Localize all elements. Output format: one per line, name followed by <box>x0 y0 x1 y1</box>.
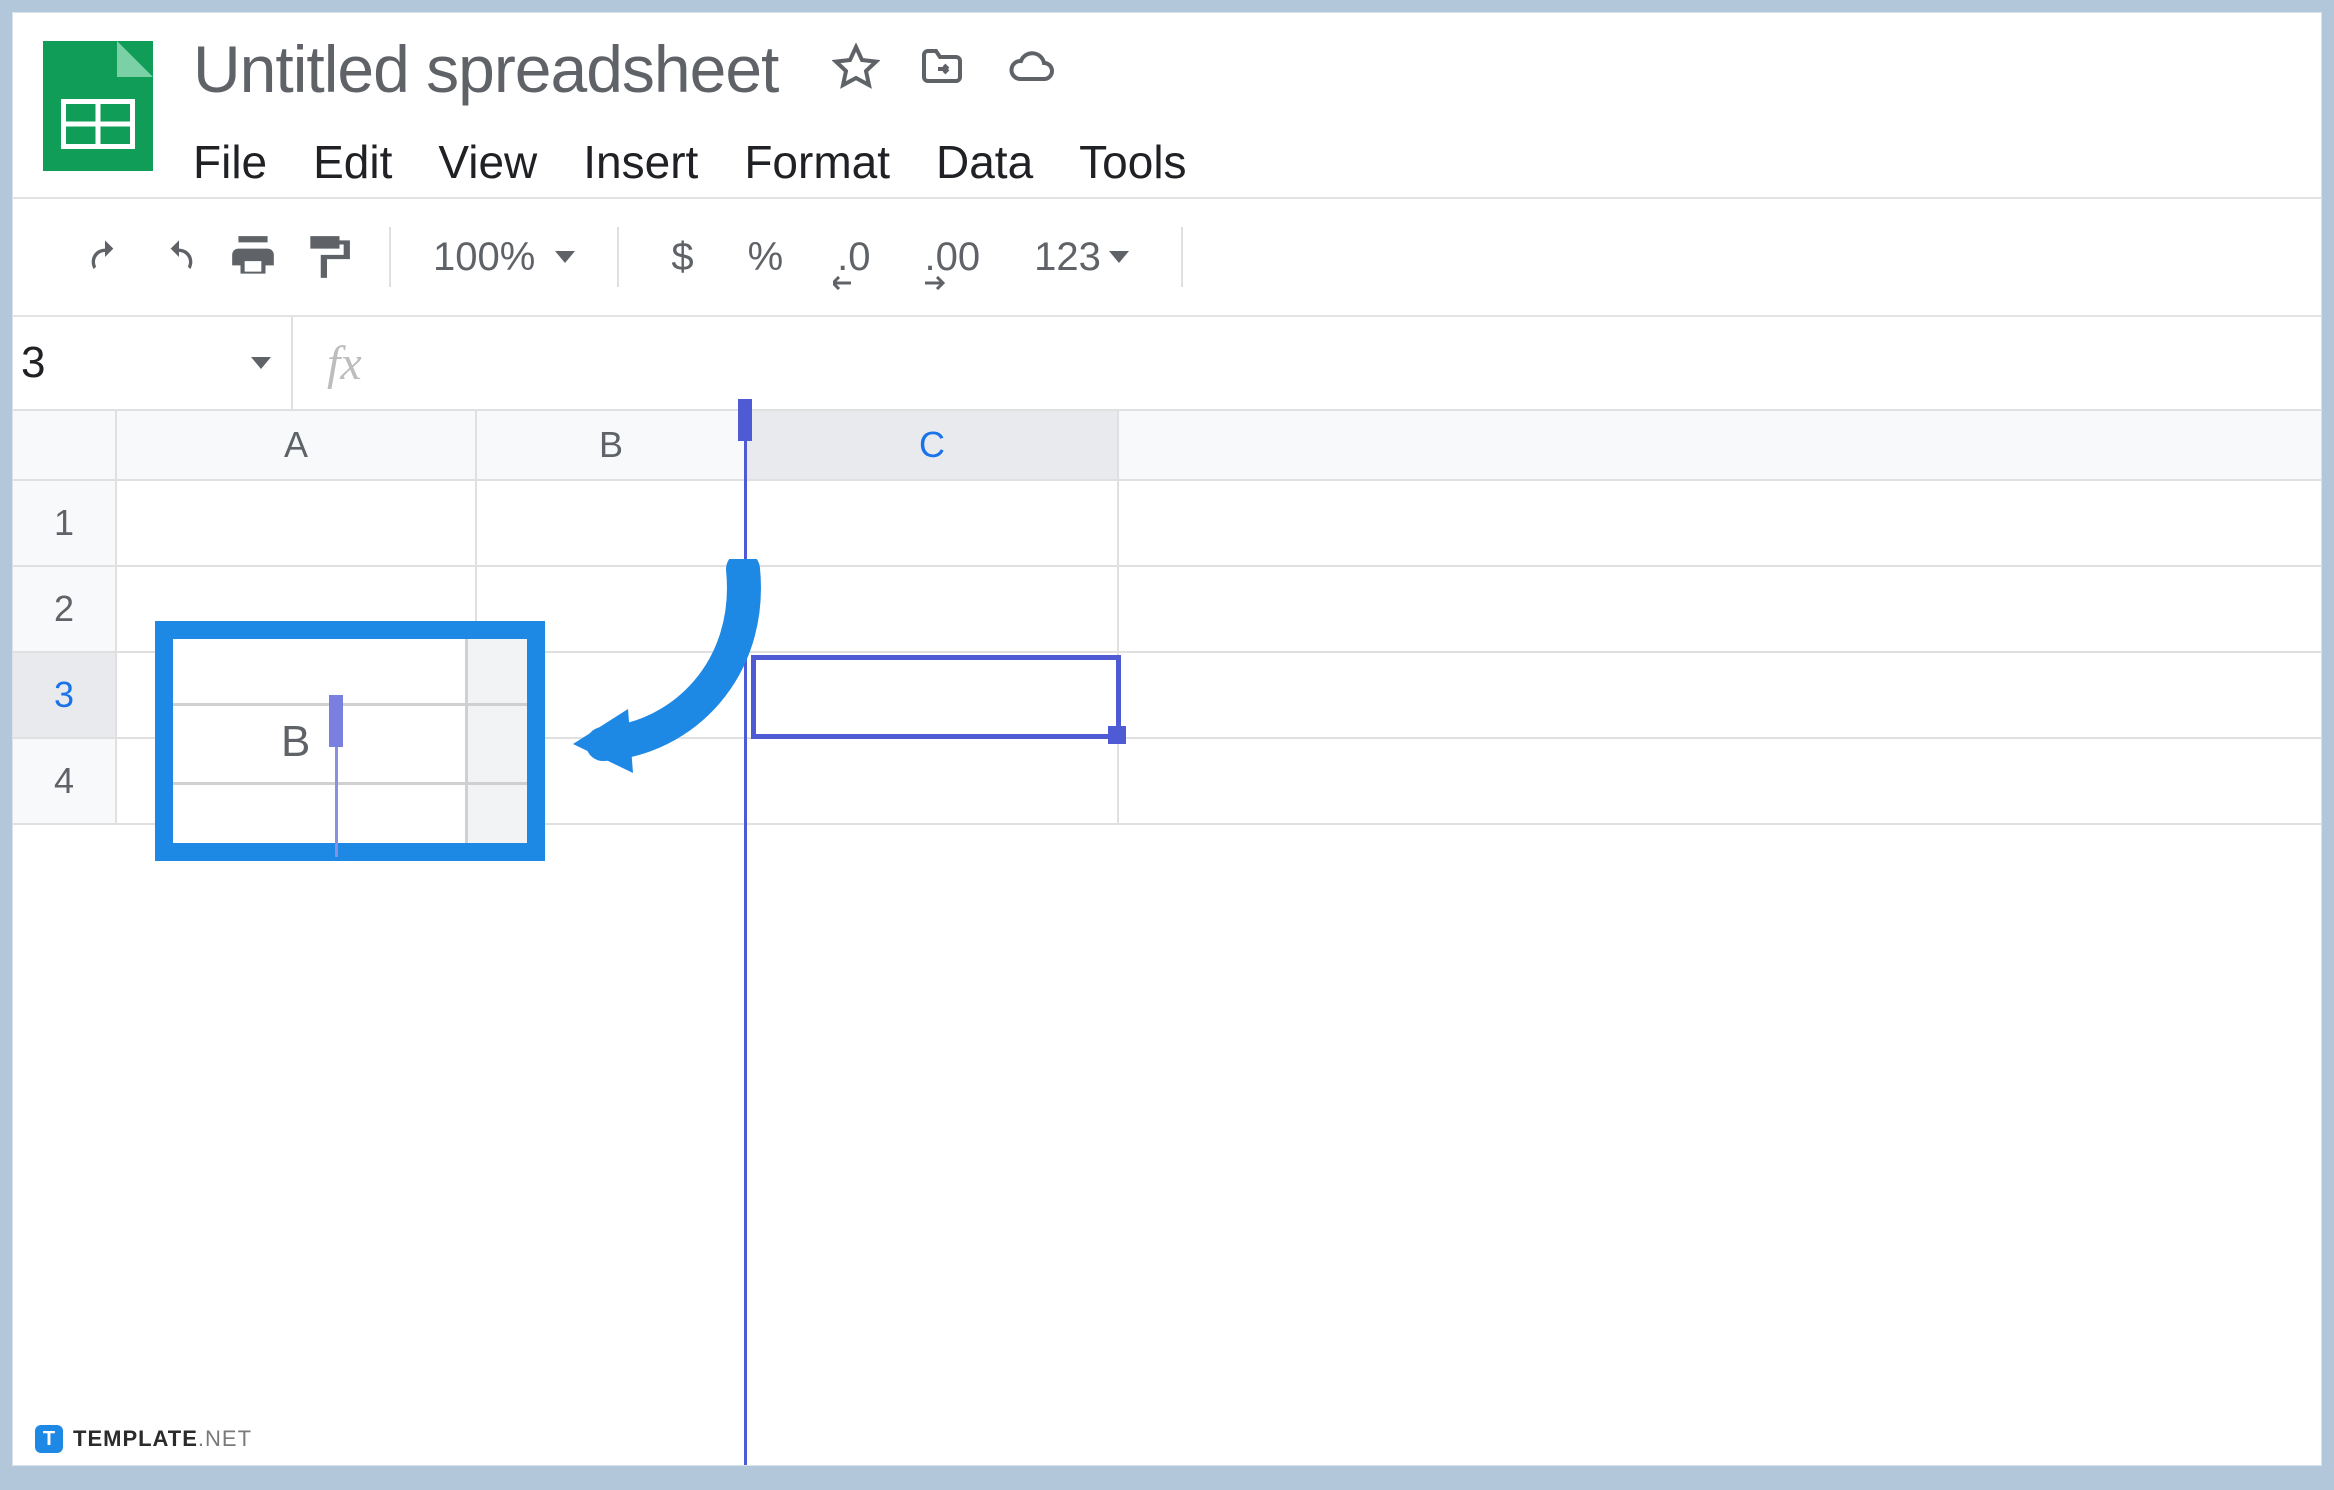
select-all-corner[interactable] <box>13 411 117 479</box>
watermark-text: TEMPLATE.NET <box>73 1426 252 1452</box>
menu-bar: File Edit View Insert Format Data Tools <box>193 135 2291 189</box>
row-header-1[interactable]: 1 <box>13 481 117 565</box>
more-formats-button[interactable]: 123 <box>1012 235 1151 280</box>
cloud-save-icon[interactable] <box>1004 43 1060 96</box>
row-1: 1 <box>13 481 2321 567</box>
print-button[interactable] <box>221 225 285 289</box>
chevron-down-icon <box>555 251 575 263</box>
cell-b1[interactable] <box>477 481 747 565</box>
menu-file[interactable]: File <box>193 135 267 189</box>
annotation-callout: B <box>155 621 545 861</box>
watermark: T TEMPLATE.NET <box>29 1423 258 1455</box>
column-header-b[interactable]: B <box>477 411 747 479</box>
cell-c1[interactable] <box>747 481 1119 565</box>
format-percent-button[interactable]: % <box>726 235 806 280</box>
chevron-down-icon <box>1109 251 1129 263</box>
toolbar: 100% $ % .0 .00 123 <box>13 197 2321 317</box>
watermark-badge-icon: T <box>35 1425 63 1453</box>
column-headers: A B C <box>13 411 2321 481</box>
star-icon[interactable] <box>832 43 880 96</box>
formula-bar: 3 fx <box>13 317 2321 411</box>
cell-c3[interactable] <box>747 653 1119 737</box>
row-header-2[interactable]: 2 <box>13 567 117 651</box>
menu-edit[interactable]: Edit <box>313 135 392 189</box>
name-box-value: 3 <box>21 338 45 388</box>
callout-resize-line <box>335 747 338 857</box>
column-header-c[interactable]: C <box>747 411 1119 479</box>
callout-resize-handle-icon <box>329 695 343 747</box>
redo-button[interactable] <box>147 225 211 289</box>
title-actions <box>832 43 1060 96</box>
column-resize-handle[interactable] <box>738 399 752 441</box>
increase-decimal-button[interactable]: .00 <box>903 235 1003 280</box>
chevron-down-icon <box>251 357 271 369</box>
name-box[interactable]: 3 <box>13 317 293 409</box>
menu-format[interactable]: Format <box>744 135 890 189</box>
separator <box>389 227 391 287</box>
separator <box>1181 227 1183 287</box>
header: Untitled spreadsheet File Edit View <box>13 13 2321 197</box>
menu-data[interactable]: Data <box>936 135 1033 189</box>
document-title[interactable]: Untitled spreadsheet <box>193 31 778 107</box>
callout-column-label: B <box>281 717 310 767</box>
app-frame: Untitled spreadsheet File Edit View <box>12 12 2322 1466</box>
zoom-value: 100% <box>433 235 535 280</box>
separator <box>617 227 619 287</box>
sheets-logo-icon <box>43 41 153 171</box>
menu-tools[interactable]: Tools <box>1079 135 1186 189</box>
zoom-dropdown[interactable]: 100% <box>421 235 587 280</box>
title-area: Untitled spreadsheet File Edit View <box>193 31 2291 189</box>
menu-view[interactable]: View <box>438 135 537 189</box>
format-currency-button[interactable]: $ <box>649 235 715 280</box>
menu-insert[interactable]: Insert <box>583 135 698 189</box>
annotation-arrow-icon <box>533 559 773 779</box>
cell-c4[interactable] <box>747 739 1119 823</box>
cell-a1[interactable] <box>117 481 477 565</box>
cell-c2[interactable] <box>747 567 1119 651</box>
paint-format-button[interactable] <box>295 225 359 289</box>
row-header-3[interactable]: 3 <box>13 653 117 737</box>
folder-move-icon[interactable] <box>916 43 968 96</box>
fx-label: fx <box>293 336 362 391</box>
decrease-decimal-button[interactable]: .0 <box>815 235 892 280</box>
callout-header-row <box>173 703 527 785</box>
column-header-a[interactable]: A <box>117 411 477 479</box>
row-header-4[interactable]: 4 <box>13 739 117 823</box>
undo-button[interactable] <box>73 225 137 289</box>
title-row: Untitled spreadsheet <box>193 31 2291 107</box>
